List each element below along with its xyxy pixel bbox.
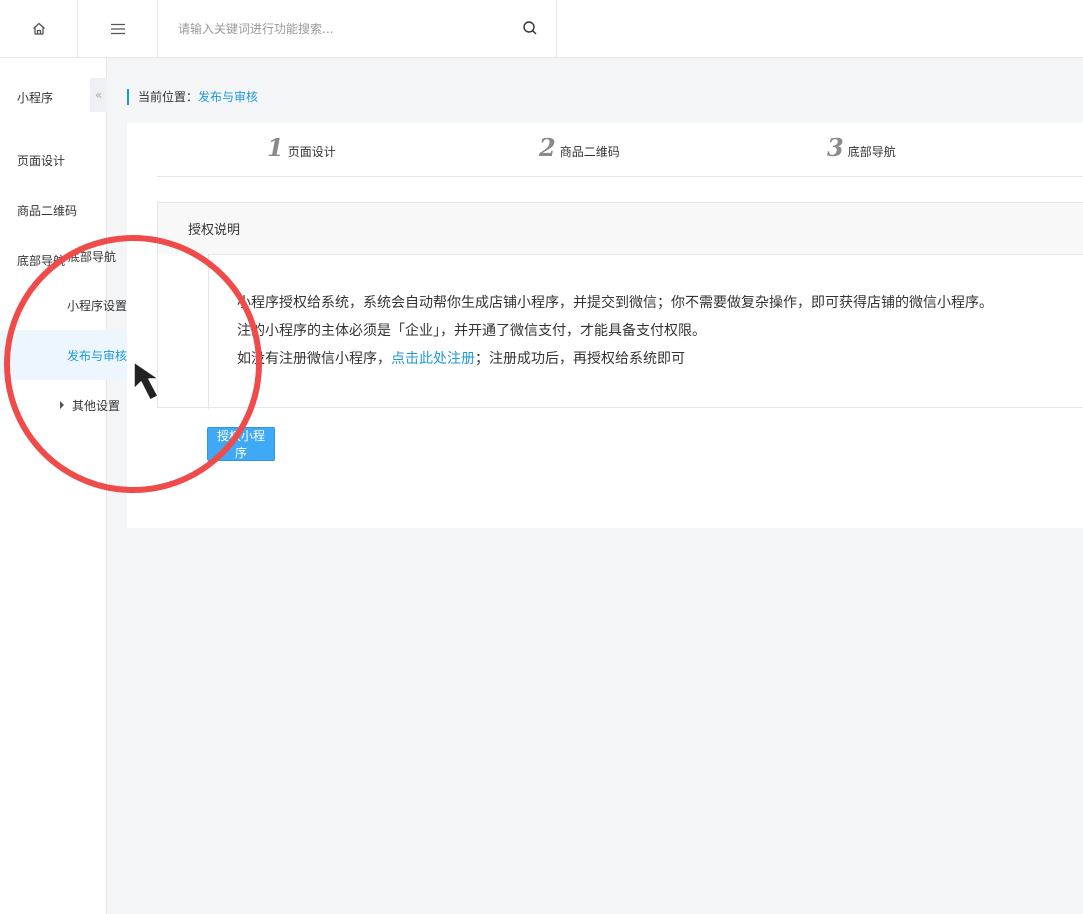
auth-line-3: 如没有注册微信小程序，点击此处注册；注册成功后，再授权给系统即可 [237, 351, 685, 367]
search-box [158, 0, 557, 57]
sidebar-title: 小程序 [17, 91, 54, 105]
double-chevron-left-icon: « [94, 88, 103, 102]
hamburger-menu-icon [110, 23, 125, 34]
search-input[interactable] [176, 20, 516, 37]
main-panel: 1 页面设计 2 商品二维码 3 底部导航 授权说明 小程序授权给系统，系统会自… [127, 123, 1083, 528]
step-number: 1 [267, 133, 284, 162]
home-button[interactable] [0, 0, 78, 57]
step-2[interactable]: 2 商品二维码 [539, 133, 620, 162]
step-label: 页面设计 [287, 145, 336, 159]
submenu-title: 底部导航 [68, 250, 117, 264]
step-3[interactable]: 3 底部导航 [827, 133, 896, 162]
menu-toggle-button[interactable] [78, 0, 158, 57]
search-icon[interactable] [522, 20, 538, 36]
sidebar: 小程序 页面设计 商品二维码 底部导航 [0, 58, 107, 914]
register-link[interactable]: 点击此处注册 [391, 351, 475, 367]
authorization-box: 授权说明 小程序授权给系统，系统会自动帮你生成店铺小程序，并提交到微信；你不需要… [157, 202, 1083, 409]
caret-right-icon [60, 401, 64, 409]
step-number: 2 [539, 133, 556, 162]
step-number: 3 [827, 133, 844, 162]
step-label: 商品二维码 [559, 145, 620, 159]
home-icon [32, 22, 45, 35]
authorization-title: 授权说明 [158, 203, 1083, 254]
collapse-sidebar-button[interactable]: « [90, 78, 107, 112]
sidebar-item-product-qrcode[interactable]: 商品二维码 [17, 202, 77, 219]
breadcrumb: 当前位置：发布与审核 [127, 89, 258, 105]
breadcrumb-prefix: 当前位置： [138, 90, 199, 104]
top-bar [0, 0, 1083, 58]
authorize-miniprogram-button[interactable]: 授权小程序 [207, 427, 275, 461]
step-1[interactable]: 1 页面设计 [267, 133, 336, 162]
step-label: 底部导航 [847, 145, 896, 159]
auth-line-2: 注的小程序的主体必须是「企业」，并开通了微信支付，才能具备支付权限。 [237, 323, 706, 339]
auth-line-1: 小程序授权给系统，系统会自动帮你生成店铺小程序，并提交到微信；你不需要做复杂操作… [237, 295, 993, 311]
sidebar-item-bottom-nav[interactable]: 底部导航 [17, 252, 65, 269]
authorization-description: 小程序授权给系统，系统会自动帮你生成店铺小程序，并提交到微信；你不需要做复杂操作… [208, 254, 1083, 409]
steps-bar: 1 页面设计 2 商品二维码 3 底部导航 [157, 123, 1083, 177]
sidebar-item-page-design[interactable]: 页面设计 [17, 152, 65, 169]
breadcrumb-current[interactable]: 发布与审核 [198, 90, 258, 104]
